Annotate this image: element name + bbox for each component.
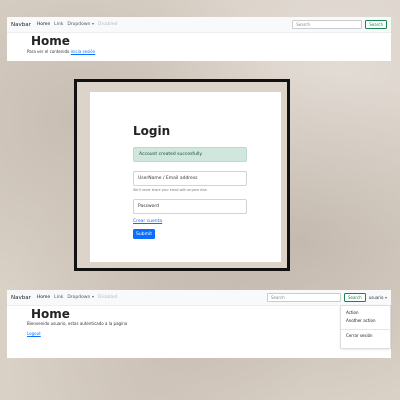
login-prompt: Para ver el contenido inicia sesión [27, 49, 95, 54]
nav-link-disabled: Disabled [97, 22, 118, 27]
email-field[interactable]: UserName / Email address [133, 171, 247, 186]
caret-down-icon [91, 295, 94, 298]
nav-dropdown-label: Dropdown [67, 22, 91, 27]
caret-down-icon [91, 22, 94, 25]
nav-dropdown[interactable]: Dropdown [67, 22, 94, 27]
page-title: Home [31, 34, 70, 48]
login-prompt-text: Para ver el contenido [27, 49, 71, 54]
dropdown-divider [341, 329, 390, 330]
nav-dropdown[interactable]: Dropdown [67, 295, 94, 300]
search-placeholder: Search [270, 295, 285, 300]
logout-link[interactable]: Logout [27, 331, 41, 336]
search-button[interactable]: Search [343, 293, 366, 302]
navbar-brand[interactable]: Navbar [11, 22, 31, 28]
login-title: Login [133, 124, 171, 138]
nav-link-link[interactable]: Link [54, 22, 63, 27]
nav-link-home[interactable]: Home [37, 295, 50, 300]
search-button[interactable]: Search [365, 20, 387, 29]
user-menu-label: usuario [368, 295, 384, 300]
create-account-link[interactable]: Crear cuenta [133, 219, 162, 224]
nav-link-disabled: Disabled [97, 295, 118, 300]
dropdown-item-logout[interactable]: Cerrar sesión [346, 333, 373, 338]
caret-down-icon [385, 297, 387, 299]
email-placeholder: UserName / Email address [138, 176, 198, 181]
search-placeholder: Search [296, 22, 310, 27]
home-panel-logged-out: Navbar Home Link Dropdown Disabled Searc… [7, 17, 391, 61]
email-help-text: We'll never share your email with anyone… [133, 188, 208, 192]
search-input[interactable]: Search [292, 20, 363, 29]
dropdown-item-action[interactable]: Action [346, 310, 359, 315]
login-screenshot-frame: Login Account created succesfully UserNa… [74, 79, 290, 271]
user-dropdown-menu: Action Another action Cerrar sesión [340, 305, 391, 349]
nav-link-home[interactable]: Home [37, 22, 50, 27]
login-link[interactable]: inicia sesión [71, 49, 96, 54]
navbar: Navbar Home Link Dropdown Disabled Searc… [7, 17, 391, 33]
password-placeholder: Password [138, 204, 160, 209]
dropdown-item-another-action[interactable]: Another action [346, 318, 376, 323]
user-menu-toggle[interactable]: usuario [369, 295, 387, 300]
search-input[interactable]: Search [266, 293, 341, 302]
success-alert: Account created succesfully [133, 147, 247, 162]
nav-link-link[interactable]: Link [54, 295, 63, 300]
nav-dropdown-label: Dropdown [67, 295, 91, 300]
home-panel-logged-in: Navbar Home Link Dropdown Disabled Searc… [7, 290, 391, 358]
login-panel: Login Account created succesfully UserNa… [90, 92, 281, 262]
page-title: Home [31, 307, 70, 321]
submit-button[interactable]: Submit [133, 229, 155, 239]
navbar-brand[interactable]: Navbar [11, 295, 31, 301]
welcome-message: Bienvenido usuario, estas autenticado a … [27, 321, 128, 326]
password-field[interactable]: Password [133, 199, 247, 214]
navbar: Navbar Home Link Dropdown Disabled Searc… [7, 290, 391, 306]
